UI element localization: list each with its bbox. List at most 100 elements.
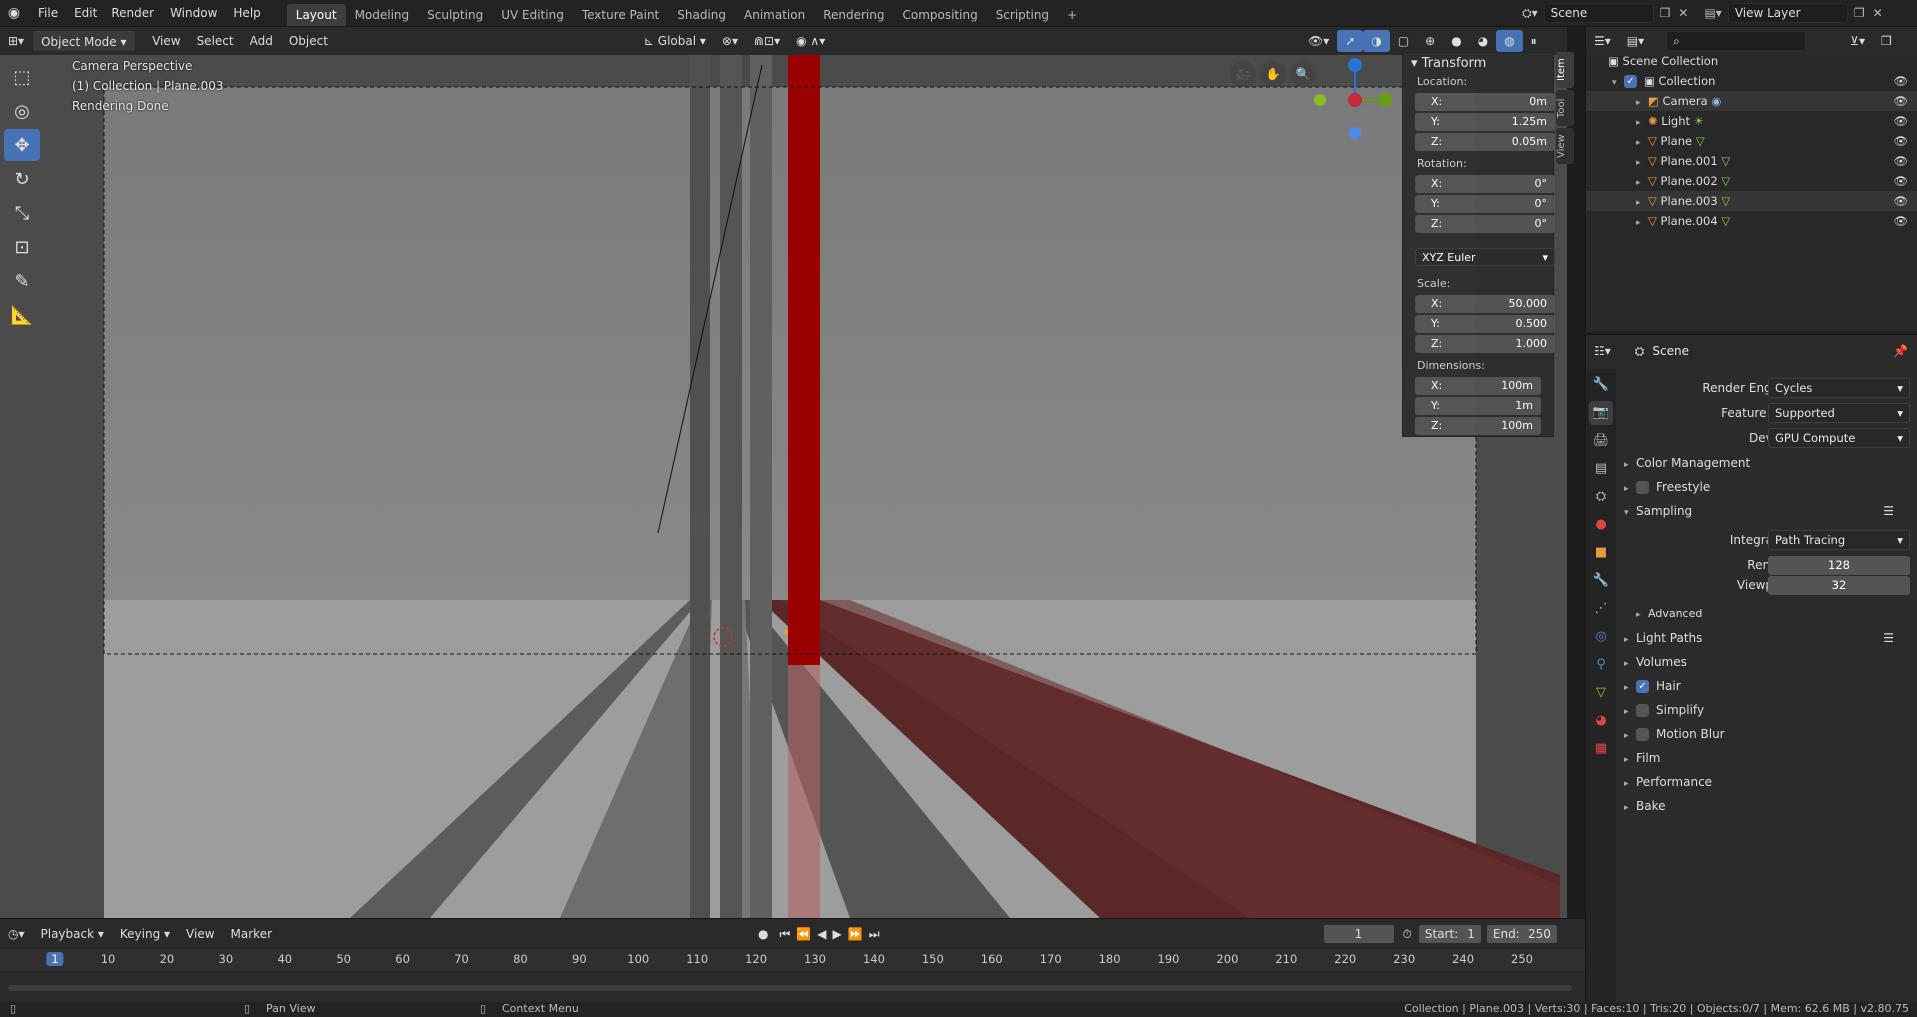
gizmo-icon[interactable]: ➚: [1337, 30, 1364, 52]
feature-set-dropdown[interactable]: Supported ▾: [1768, 403, 1910, 423]
new-collection-icon[interactable]: ❐: [1873, 30, 1900, 52]
tab-tool[interactable]: Tool: [1556, 90, 1574, 126]
panel-light-paths[interactable]: ▸ Light Paths ☰: [1616, 627, 1916, 649]
simplify-checkbox[interactable]: [1636, 704, 1649, 717]
view-layer-field[interactable]: View Layer: [1727, 3, 1848, 23]
tab-animation[interactable]: Animation: [735, 4, 814, 26]
eye-icon[interactable]: 👁: [1893, 131, 1908, 151]
panel-color-management[interactable]: ▸ Color Management: [1616, 452, 1916, 474]
panel-freestyle[interactable]: ▸ Freestyle: [1616, 476, 1916, 498]
scale-y-field[interactable]: Y: 0.500: [1415, 315, 1555, 333]
jump-keyframe-back-icon[interactable]: ⏪: [793, 923, 814, 945]
play-icon[interactable]: ▶: [830, 923, 845, 945]
rotation-mode-dropdown[interactable]: XYZ Euler ▾: [1415, 248, 1555, 266]
menu-view[interactable]: View: [144, 30, 188, 52]
timeline-editor-icon[interactable]: ◷▾: [0, 923, 33, 945]
pivot-icon[interactable]: ⊗▾: [714, 30, 746, 52]
world-tab-icon[interactable]: ●: [1589, 513, 1613, 537]
outliner-row-plane-003[interactable]: ▸ ▽ Plane.003 ▽ 👁: [1586, 191, 1917, 211]
xray-icon[interactable]: ▢: [1390, 30, 1417, 52]
end-frame-field[interactable]: End: 250: [1485, 924, 1558, 944]
3d-viewport[interactable]: ⬚ ◎ ✥ ↻ ⤡ ⊡ ✎ 📐 Camera Perspective (1) C…: [0, 55, 1567, 918]
proportional-edit-icon[interactable]: ◉ ∧▾: [788, 30, 833, 52]
tab-layout[interactable]: Layout: [286, 3, 346, 26]
panel-film[interactable]: ▸ Film: [1616, 747, 1916, 769]
eye-icon[interactable]: 👁: [1893, 111, 1908, 131]
dimensions-y-field[interactable]: Y: 1m: [1415, 397, 1541, 415]
tab-view[interactable]: View: [1556, 128, 1574, 164]
shading-wireframe-icon[interactable]: ⊕: [1417, 30, 1443, 52]
properties-editor-icon[interactable]: ☷▾: [1586, 340, 1619, 362]
menu-edit[interactable]: Edit: [68, 0, 103, 27]
modifier-tab-icon[interactable]: 🔧: [1589, 569, 1613, 593]
eye-icon[interactable]: 👁: [1893, 91, 1908, 111]
panel-hair[interactable]: ▸ ✓ Hair: [1616, 675, 1916, 697]
scale-x-field[interactable]: X: 50.000: [1415, 295, 1555, 313]
texture-tab-icon[interactable]: ▦: [1589, 737, 1613, 761]
outliner-row-scene-collection[interactable]: ▣ Scene Collection: [1586, 51, 1917, 71]
outliner-row-plane[interactable]: ▸ ▽ Plane ▽ 👁: [1586, 131, 1917, 151]
outliner-row-collection[interactable]: ▾ ✓ ▣ Collection 👁: [1586, 71, 1917, 91]
outliner-row-plane-004[interactable]: ▸ ▽ Plane.004 ▽ 👁: [1586, 211, 1917, 231]
shading-solid-icon[interactable]: ●: [1443, 30, 1469, 52]
data-tab-icon[interactable]: ▽: [1589, 681, 1613, 705]
timeline-view-menu[interactable]: View: [178, 923, 222, 945]
tab-modeling[interactable]: Modeling: [346, 4, 419, 26]
particles-tab-icon[interactable]: ⋰: [1589, 597, 1613, 621]
tab-compositing[interactable]: Compositing: [893, 4, 986, 26]
hair-checkbox[interactable]: ✓: [1636, 680, 1649, 693]
transform-icon[interactable]: ⊡: [4, 231, 40, 263]
menu-select[interactable]: Select: [189, 30, 242, 52]
menu-object[interactable]: Object: [281, 30, 336, 52]
outliner-search-input[interactable]: ⌕: [1666, 31, 1807, 51]
snap-icon[interactable]: ⋒⊡▾: [746, 30, 788, 52]
collection-checkbox[interactable]: ✓: [1624, 75, 1637, 88]
visibility-icon[interactable]: 👁▾: [1300, 30, 1337, 52]
location-z-field[interactable]: Z: 0.05m: [1415, 133, 1555, 151]
annotate-icon[interactable]: ✎: [4, 265, 40, 297]
motion-blur-checkbox[interactable]: [1636, 728, 1649, 741]
pause-render-icon[interactable]: ⏸: [1523, 30, 1545, 52]
start-frame-field[interactable]: Start: 1: [1417, 924, 1482, 944]
tab-item[interactable]: Item: [1556, 52, 1574, 88]
render-engine-dropdown[interactable]: Cycles ▾: [1768, 378, 1910, 398]
location-x-field[interactable]: X: 0m: [1415, 93, 1555, 111]
add-workspace-button[interactable]: +: [1058, 4, 1086, 26]
shading-rendered-icon[interactable]: ◍: [1496, 30, 1523, 52]
tab-sculpting[interactable]: Sculpting: [418, 4, 492, 26]
device-dropdown[interactable]: GPU Compute ▾: [1768, 428, 1910, 448]
timeline-scrollbar[interactable]: [8, 985, 1572, 991]
outliner-row-camera[interactable]: ▸ ◩ Camera ◉ 👁: [1586, 91, 1917, 111]
panel-performance[interactable]: ▸ Performance: [1616, 771, 1916, 793]
play-reverse-icon[interactable]: ◀: [814, 923, 829, 945]
expand-icon[interactable]: ▾: [1612, 73, 1624, 93]
menu-add[interactable]: Add: [242, 30, 281, 52]
tab-shading[interactable]: Shading: [668, 4, 735, 26]
orientation-dropdown[interactable]: ⊾ Global ▾: [636, 30, 714, 52]
rotate-icon[interactable]: ↻: [4, 163, 40, 195]
menu-file[interactable]: File: [28, 0, 68, 27]
object-tab-icon[interactable]: ■: [1589, 541, 1613, 565]
current-frame-field[interactable]: 1: [1322, 924, 1395, 944]
outliner-row-light[interactable]: ▸ ✺ Light ☀ 👁: [1586, 111, 1917, 131]
outliner-editor-icon[interactable]: ☰▾: [1586, 30, 1619, 52]
rotation-z-field[interactable]: Z: 0°: [1415, 215, 1555, 233]
integrator-dropdown[interactable]: Path Tracing ▾: [1768, 530, 1910, 550]
eye-icon[interactable]: 👁: [1893, 211, 1908, 231]
frame-ruler[interactable]: 1 10 20 30 40 50 60 70 80 90 100 110 120 130 140 150 160…: [0, 949, 1585, 971]
dimensions-x-field[interactable]: X: 100m: [1415, 377, 1541, 395]
panel-sampling[interactable]: ▾ Sampling ☰: [1616, 500, 1916, 522]
output-tab-icon[interactable]: 🖨: [1589, 429, 1613, 453]
constraints-tab-icon[interactable]: ⚲: [1589, 653, 1613, 677]
panel-advanced[interactable]: ▸ Advanced: [1616, 603, 1916, 625]
marker-menu[interactable]: Marker: [223, 923, 280, 945]
render-tab-icon[interactable]: 📷: [1589, 401, 1613, 425]
tool-tab-icon[interactable]: 🔧: [1589, 373, 1613, 397]
eye-icon[interactable]: 👁: [1893, 171, 1908, 191]
measure-icon[interactable]: 📐: [4, 299, 40, 331]
select-box-icon[interactable]: ⬚: [4, 61, 40, 93]
delete-view-layer-icon[interactable]: ✕: [1873, 6, 1883, 20]
navigation-gizmo[interactable]: [1310, 55, 1400, 145]
new-view-layer-icon[interactable]: ❐: [1854, 6, 1865, 20]
material-tab-icon[interactable]: ◕: [1589, 709, 1613, 733]
